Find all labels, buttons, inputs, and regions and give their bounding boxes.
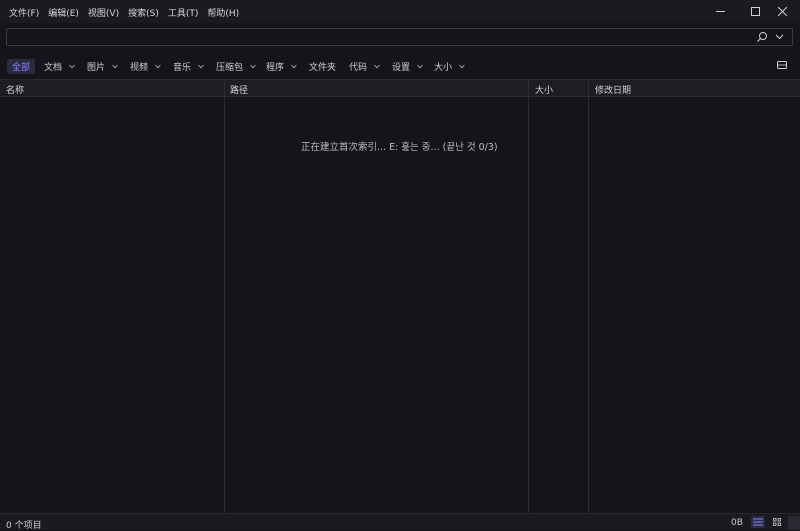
list-view-icon [753, 518, 763, 526]
search-box [6, 28, 793, 46]
filter-bar: 全部 文档 图片 视频 音乐 压缩包 程序 文件夹 代码 设置 大小 [0, 54, 800, 78]
filter-label: 设置 [392, 63, 411, 73]
filter-label: 代码 [349, 63, 368, 73]
menu-file[interactable]: 文件(F) [9, 6, 39, 19]
column-divider[interactable] [528, 80, 529, 513]
chevron-down-icon [374, 64, 380, 69]
column-modified-header[interactable]: 修改日期 [595, 83, 631, 96]
menu-edit[interactable]: 编辑(E) [48, 6, 79, 19]
minimize-button[interactable] [702, 0, 738, 22]
chevron-down-icon [198, 64, 204, 69]
close-icon [777, 6, 787, 16]
chevron-down-icon [155, 64, 161, 69]
column-path-header[interactable]: 路径 [230, 83, 248, 96]
filter-code[interactable]: 代码 [349, 59, 380, 74]
total-size: 0B [731, 518, 743, 528]
filter-programs[interactable]: 程序 [266, 59, 297, 74]
chevron-down-icon[interactable] [775, 32, 784, 41]
filter-label: 视频 [130, 63, 149, 73]
chevron-down-icon [417, 64, 423, 69]
column-divider[interactable] [588, 80, 589, 513]
filter-label: 全部 [12, 63, 31, 73]
menu-view[interactable]: 视图(V) [88, 6, 119, 19]
filter-settings[interactable]: 设置 [392, 59, 423, 74]
filter-size[interactable]: 大小 [434, 59, 465, 74]
chevron-down-icon [250, 64, 256, 69]
grid-view-icon [773, 518, 781, 526]
grid-view-button[interactable] [770, 516, 784, 528]
chevron-down-icon [291, 64, 297, 69]
filter-label: 程序 [266, 63, 285, 73]
column-divider[interactable] [224, 80, 225, 513]
filter-archives[interactable]: 压缩包 [216, 59, 256, 74]
filter-music[interactable]: 音乐 [173, 59, 204, 74]
menu-bar: 文件(F) 编辑(E) 视图(V) 搜索(S) 工具(T) 帮助(H) [9, 6, 248, 19]
search-icon[interactable] [756, 31, 768, 43]
filter-label: 文档 [44, 63, 63, 73]
filter-videos[interactable]: 视频 [130, 59, 161, 74]
menu-help[interactable]: 帮助(H) [207, 6, 239, 19]
item-count: 0 个项目 [6, 521, 42, 531]
maximize-icon [750, 6, 760, 16]
list-view-button[interactable] [751, 516, 765, 528]
chevron-down-icon [459, 64, 465, 69]
close-button[interactable] [764, 0, 800, 22]
title-bar: 文件(F) 编辑(E) 视图(V) 搜索(S) 工具(T) 帮助(H) [0, 0, 800, 23]
chevron-down-icon [69, 64, 75, 69]
drive-icon[interactable] [777, 61, 787, 69]
filter-label: 音乐 [173, 63, 192, 73]
filter-folders[interactable]: 文件夹 [309, 59, 336, 74]
filter-label: 大小 [434, 63, 453, 73]
filter-label: 压缩包 [216, 63, 244, 73]
filter-documents[interactable]: 文档 [44, 59, 75, 74]
indexing-status-message: 正在建立首次索引... E: 훑는 중... (끝난 것 0/3) [301, 142, 498, 153]
chevron-down-icon [112, 64, 118, 69]
menu-tools[interactable]: 工具(T) [168, 6, 199, 19]
filter-all[interactable]: 全部 [7, 59, 36, 74]
column-header: 名称 路径 大小 修改日期 [0, 79, 800, 97]
resize-grip[interactable] [788, 516, 800, 530]
status-bar: 0 个项目 0B [0, 513, 800, 531]
menu-search[interactable]: 搜索(S) [128, 6, 159, 19]
minimize-icon [715, 10, 725, 12]
filter-images[interactable]: 图片 [87, 59, 118, 74]
filter-label: 图片 [87, 63, 106, 73]
column-size-header[interactable]: 大小 [535, 83, 553, 96]
column-name-header[interactable]: 名称 [6, 83, 24, 96]
search-input[interactable] [11, 30, 751, 44]
filter-label: 文件夹 [309, 63, 337, 73]
